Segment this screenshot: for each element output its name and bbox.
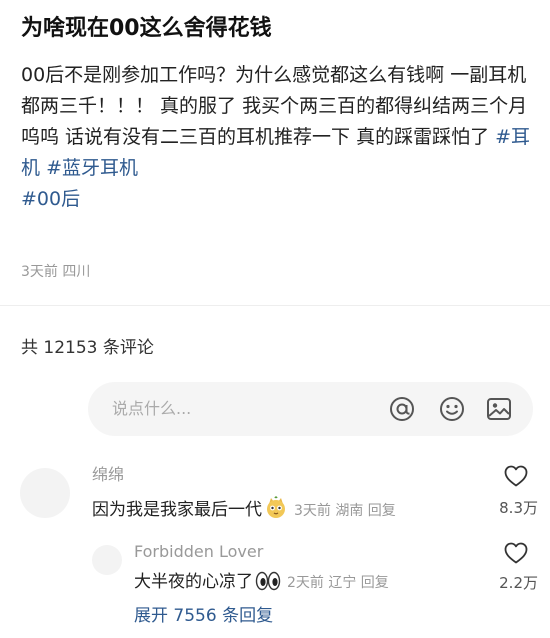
expand-replies-link[interactable]: 展开 7556 条回复	[134, 604, 273, 628]
image-icon[interactable]	[485, 395, 513, 423]
like-count: 2.2万	[499, 574, 538, 592]
comment-body: 因为我是我家最后一代	[92, 500, 262, 520]
hashtag-link[interactable]: #蓝牙耳机	[46, 157, 138, 179]
comment-text: 因为我是我家最后一代 3天前 湖南 回复	[92, 496, 396, 523]
eyes-emoji	[255, 571, 281, 591]
divider	[0, 305, 550, 306]
comment-meta[interactable]: 2天前 辽宁 回复	[287, 575, 389, 591]
heart-icon[interactable]	[503, 464, 529, 488]
post-meta: 3天前 四川	[21, 264, 91, 280]
comment-meta[interactable]: 3天前 湖南 回复	[294, 503, 396, 519]
post-body-text: 00后不是刚参加工作吗？为什么感觉都这么有钱啊 一副耳机都两三千！！！ 真的服了…	[21, 64, 528, 148]
avatar[interactable]	[20, 468, 70, 518]
hashtag-link[interactable]: #00后	[21, 188, 80, 210]
heart-icon[interactable]	[503, 541, 529, 565]
emoji-icon[interactable]	[438, 395, 466, 423]
comment-body: 大半夜的心凉了	[134, 572, 253, 592]
post-body: 00后不是刚参加工作吗？为什么感觉都这么有钱啊 一副耳机都两三千！！！ 真的服了…	[21, 60, 533, 215]
at-icon[interactable]	[388, 395, 416, 423]
comment-text: 大半夜的心凉了 2天前 辽宁 回复	[134, 570, 389, 595]
like-count: 8.3万	[499, 499, 538, 517]
avatar[interactable]	[92, 545, 122, 575]
post-title: 为啥现在00这么舍得花钱	[21, 16, 272, 41]
comment-count: 共 12153 条评论	[21, 338, 154, 358]
comment-input-placeholder[interactable]: 说点什么...	[112, 397, 191, 421]
cat-face-emoji	[267, 496, 285, 518]
comment-author[interactable]: Forbidden Lover	[134, 541, 263, 563]
comment-input[interactable]: 说点什么...	[88, 382, 533, 436]
comment-author[interactable]: 绵绵	[92, 464, 124, 486]
